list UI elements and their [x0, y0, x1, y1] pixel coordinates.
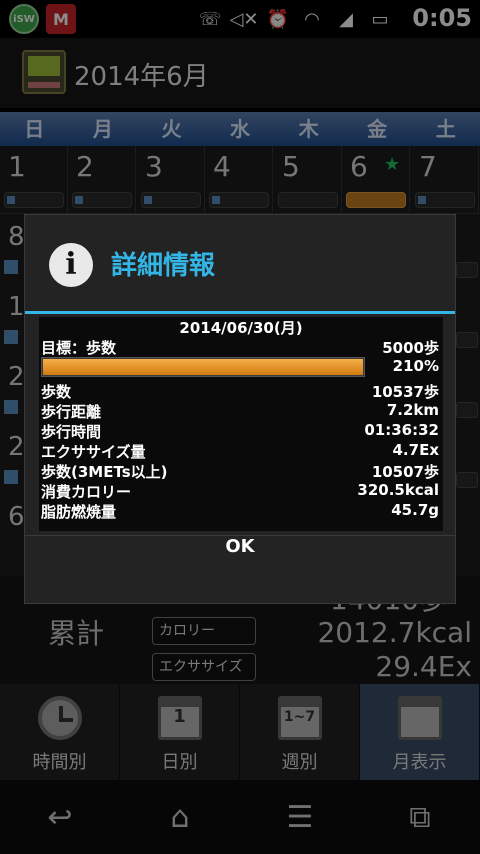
goal-percent: 210%	[392, 357, 439, 375]
stat-value: 10537歩	[371, 383, 439, 401]
goal-label: 目標：歩数	[41, 339, 117, 357]
stat-label: 歩数	[41, 383, 72, 401]
stat-label: 脂肪燃焼量	[41, 503, 117, 521]
detail-dialog: i 詳細情報 2014/06/30(月) 目標：歩数 5000歩 210% 歩数…	[24, 214, 456, 604]
stat-value: 10507歩	[371, 463, 439, 481]
goal-progress-fill	[43, 359, 363, 375]
goal-row: 目標：歩数 5000歩	[41, 337, 439, 357]
dialog-header: i 詳細情報	[25, 215, 455, 311]
goal-progress-bar	[41, 357, 365, 377]
stat-label: 歩行距離	[41, 403, 102, 421]
ok-button[interactable]: OK	[25, 536, 455, 604]
dialog-date: 2014/06/30(月)	[179, 319, 303, 337]
stat-label: 歩数(3METs以上)	[41, 463, 168, 481]
stat-value: 01:36:32	[364, 421, 439, 439]
stat-label: 歩行時間	[41, 423, 102, 441]
dialog-body: 2014/06/30(月) 目標：歩数 5000歩 210% 歩数 10537歩 …	[39, 317, 443, 531]
stat-label: エクササイズ量	[41, 443, 146, 461]
info-icon: i	[49, 243, 93, 287]
dialog-divider	[25, 311, 455, 314]
stat-label: 消費カロリー	[41, 483, 132, 501]
stat-row: 歩数(3METs以上) 10507歩	[41, 461, 439, 481]
stat-row: 歩行時間 01:36:32	[41, 421, 439, 441]
dialog-title: 詳細情報	[111, 251, 216, 281]
stat-value: 4.7Ex	[392, 441, 440, 459]
stat-value: 7.2km	[386, 401, 439, 419]
stat-value: 320.5kcal	[357, 481, 439, 499]
stat-row: 歩数 10537歩	[41, 381, 439, 401]
stat-row: エクササイズ量 4.7Ex	[41, 441, 439, 461]
stat-row: 消費カロリー 320.5kcal	[41, 481, 439, 501]
stat-row: 脂肪燃焼量 45.7g	[41, 501, 439, 521]
dialog-footer: OK	[25, 535, 455, 603]
stat-row: 歩行距離 7.2km	[41, 401, 439, 421]
stat-value: 45.7g	[391, 501, 439, 519]
goal-value: 5000歩	[382, 339, 439, 357]
